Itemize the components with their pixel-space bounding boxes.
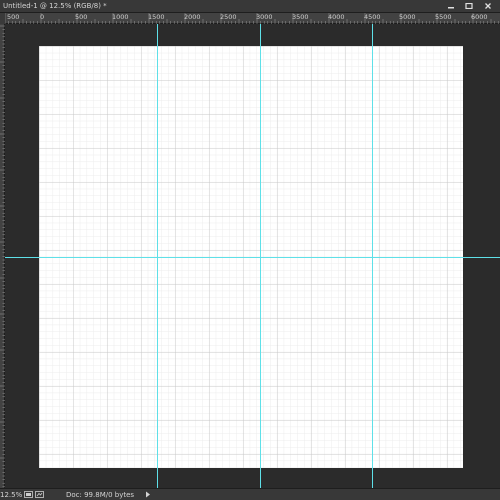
- minimize-button[interactable]: [442, 1, 459, 11]
- vertical-guide[interactable]: [157, 24, 158, 488]
- ruler-label: 500: [7, 13, 20, 21]
- ruler-label: 0: [40, 13, 45, 21]
- ruler-label: 1500: [148, 13, 165, 21]
- maximize-icon: [464, 3, 473, 9]
- ruler-label: 2500: [220, 13, 237, 21]
- canvas-workspace[interactable]: [5, 24, 500, 488]
- status-bar: 12.5% Doc: 99.8M/0 bytes: [0, 488, 500, 500]
- maximize-button[interactable]: [460, 1, 477, 11]
- ruler-label: 3000: [256, 13, 273, 21]
- ruler-label: 5000: [399, 13, 416, 21]
- ruler-label: 1000: [112, 13, 129, 21]
- ruler-label: 500: [75, 13, 88, 21]
- ruler-label: 3500: [292, 13, 309, 21]
- ruler-label: 5500: [435, 13, 452, 21]
- horizontal-guide[interactable]: [5, 257, 500, 258]
- ruler-label: 4000: [328, 13, 345, 21]
- document-title-bar[interactable]: Untitled-1 @ 12.5% (RGB/8) *: [0, 0, 500, 13]
- horizontal-ruler[interactable]: 500 0 500 1000 1500 2000 2500 3000 3500 …: [0, 13, 500, 24]
- document-size-info: Doc: 99.8M/0 bytes: [66, 491, 135, 499]
- view-mode-icon[interactable]: [35, 491, 44, 498]
- ruler-label: 4500: [364, 13, 381, 21]
- ruler-label: 6000: [471, 13, 488, 21]
- ruler-origin-corner[interactable]: [0, 13, 5, 24]
- close-icon: [484, 3, 491, 9]
- vertical-guide[interactable]: [260, 24, 261, 488]
- document-profile-icon[interactable]: [24, 491, 33, 498]
- document-title: Untitled-1 @ 12.5% (RGB/8) *: [3, 2, 107, 10]
- zoom-level-field[interactable]: 12.5%: [0, 490, 22, 500]
- photoshop-document-window: Untitled-1 @ 12.5% (RGB/8) * 500 0 500 1…: [0, 0, 500, 500]
- minimize-icon: [447, 7, 454, 9]
- vertical-guide[interactable]: [372, 24, 373, 488]
- close-button[interactable]: [479, 1, 496, 11]
- ruler-label: 2000: [184, 13, 201, 21]
- menu-arrow-icon[interactable]: [145, 491, 151, 498]
